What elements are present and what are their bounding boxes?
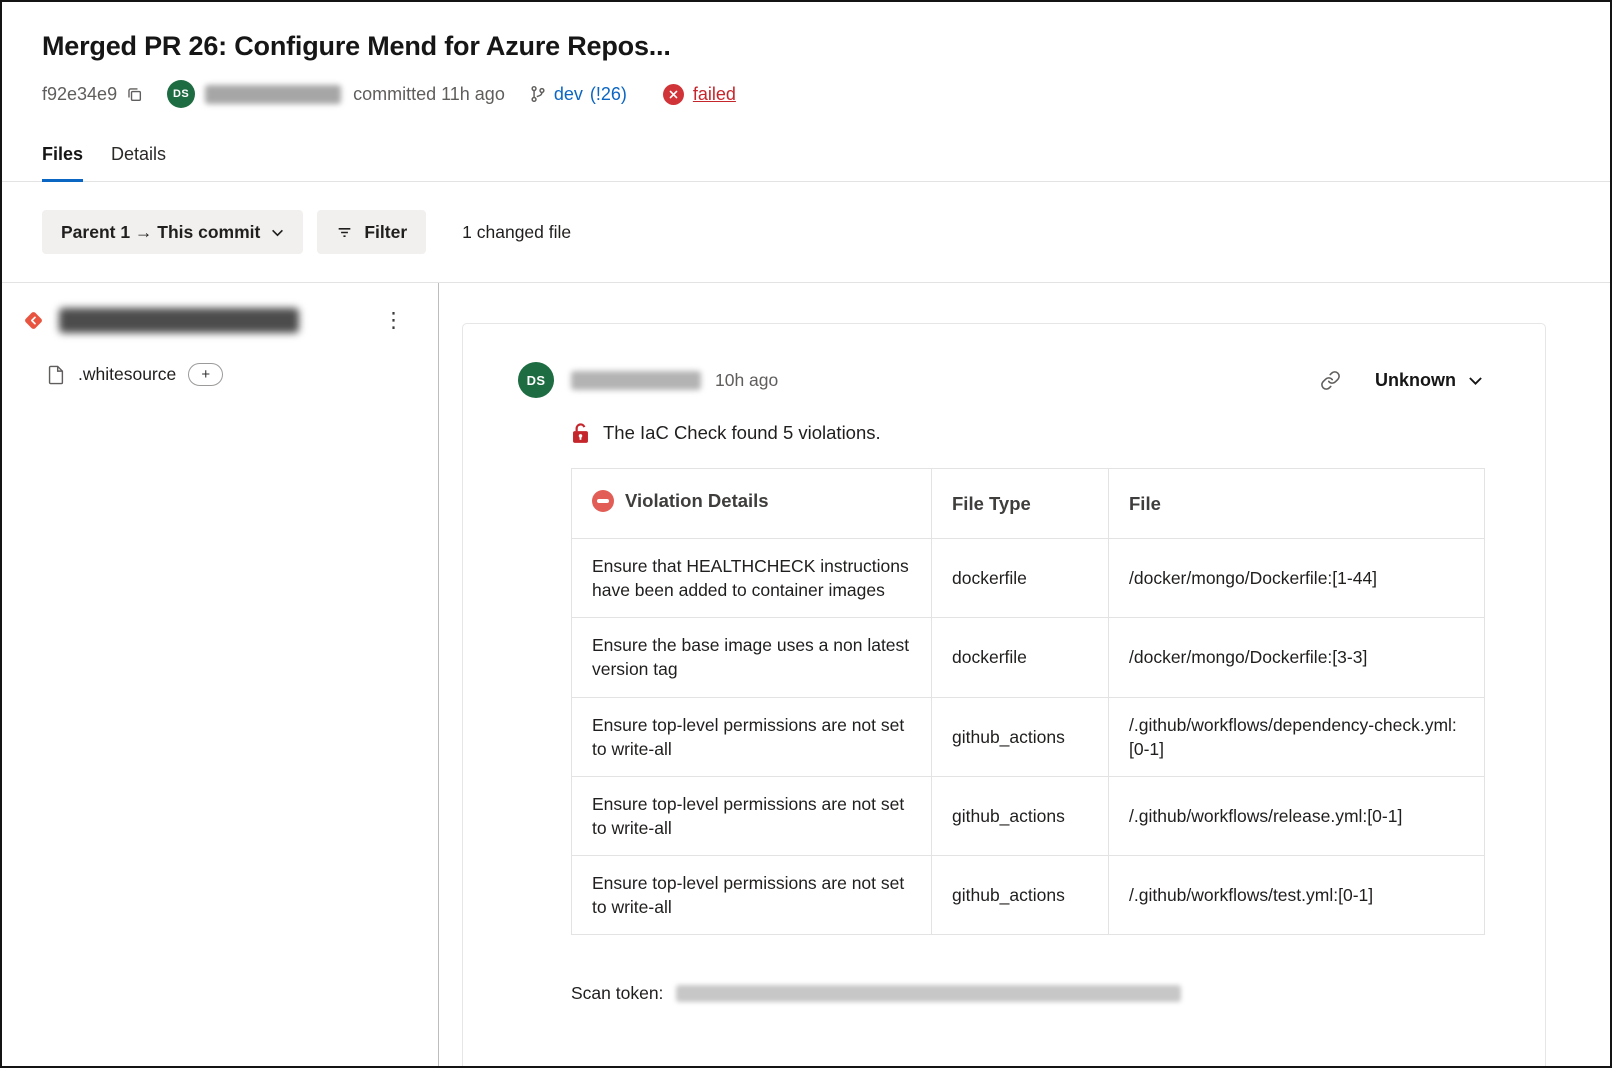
violation-cell: Ensure the base image uses a non latest … xyxy=(572,618,932,697)
violation-cell: Ensure top-level permissions are not set… xyxy=(572,776,932,855)
commit-page: Merged PR 26: Configure Mend for Azure R… xyxy=(0,0,1612,1068)
column-header-label: Violation Details xyxy=(625,490,769,512)
comment-body: The IaC Check found 5 violations. Violat… xyxy=(571,422,1483,1004)
file-type-cell: github_actions xyxy=(932,776,1109,855)
file-icon xyxy=(48,365,65,385)
compare-dropdown[interactable]: Parent 1 → This commit xyxy=(42,210,303,254)
link-icon[interactable] xyxy=(1320,370,1341,391)
commit-hash: f92e34e9 xyxy=(42,84,117,105)
table-row: Ensure top-level permissions are not set… xyxy=(572,776,1485,855)
header: Merged PR 26: Configure Mend for Azure R… xyxy=(2,2,1610,182)
added-badge: + xyxy=(188,363,223,386)
repo-name-redacted xyxy=(59,308,299,333)
copy-icon[interactable] xyxy=(126,86,143,103)
violation-cell: Ensure that HEALTHCHECK instructions hav… xyxy=(572,539,932,618)
tab-files[interactable]: Files xyxy=(42,142,83,182)
table-row: Ensure the base image uses a non latest … xyxy=(572,618,1485,697)
file-tree: ⋮ .whitesource + xyxy=(2,283,439,1066)
comment-author-redacted xyxy=(571,371,701,390)
violation-cell: Ensure top-level permissions are not set… xyxy=(572,697,932,776)
repo-root-item[interactable]: ⋮ xyxy=(2,299,438,341)
file-cell: /docker/mongo/Dockerfile:[3-3] xyxy=(1109,618,1485,697)
author-name-redacted xyxy=(205,85,341,104)
column-header-violation: Violation Details xyxy=(572,469,932,539)
compare-label: Parent 1 → This commit xyxy=(61,222,260,243)
filter-label: Filter xyxy=(364,222,407,243)
diff-toolbar: Parent 1 → This commit Filter 1 changed … xyxy=(2,182,1610,283)
comment-status-dropdown[interactable]: Unknown xyxy=(1375,370,1483,391)
chevron-down-icon xyxy=(271,226,284,239)
file-type-cell: github_actions xyxy=(932,856,1109,935)
page-title: Merged PR 26: Configure Mend for Azure R… xyxy=(42,28,1570,64)
diff-pane: DS 10h ago Unknown xyxy=(439,283,1610,1066)
column-header-file: File xyxy=(1109,469,1485,539)
violations-table: Violation Details File Type File Ensure … xyxy=(571,468,1485,935)
file-cell: /.github/workflows/test.yml:[0-1] xyxy=(1109,856,1485,935)
file-type-cell: github_actions xyxy=(932,697,1109,776)
blocked-icon xyxy=(592,490,614,512)
changed-files-count: 1 changed file xyxy=(462,222,571,243)
more-options-button[interactable]: ⋮ xyxy=(377,308,410,333)
build-status: failed xyxy=(663,84,736,105)
scan-token-row: Scan token: xyxy=(571,983,1483,1004)
commit-meta: f92e34e9 DS committed 11h ago dev (!26 xyxy=(42,80,1570,108)
filter-button[interactable]: Filter xyxy=(317,210,426,254)
branch-group: dev (!26) xyxy=(529,84,627,105)
file-tree-item[interactable]: .whitesource + xyxy=(48,363,438,386)
file-cell: /.github/workflows/release.yml:[0-1] xyxy=(1109,776,1485,855)
comment-timestamp: 10h ago xyxy=(715,370,778,391)
scan-token-redacted xyxy=(676,985,1181,1002)
avatar[interactable]: DS xyxy=(167,80,195,108)
comment-card: DS 10h ago Unknown xyxy=(462,323,1546,1066)
pr-link[interactable]: (!26) xyxy=(590,84,627,105)
branch-icon xyxy=(529,85,547,103)
content-area: ⋮ .whitesource + DS 10h ago xyxy=(2,283,1610,1066)
scan-token-label: Scan token: xyxy=(571,983,663,1004)
file-type-cell: dockerfile xyxy=(932,539,1109,618)
failed-icon xyxy=(663,84,684,105)
table-row: Ensure top-level permissions are not set… xyxy=(572,856,1485,935)
filter-icon xyxy=(336,224,353,241)
file-name: .whitesource xyxy=(78,364,176,385)
branch-link[interactable]: dev xyxy=(554,84,583,105)
security-lock-icon xyxy=(571,423,590,444)
comment-message: The IaC Check found 5 violations. xyxy=(603,422,881,444)
table-header-row: Violation Details File Type File xyxy=(572,469,1485,539)
tab-details[interactable]: Details xyxy=(111,142,166,181)
commit-time: committed 11h ago xyxy=(353,84,505,105)
comment-header: DS 10h ago Unknown xyxy=(518,362,1483,398)
file-cell: /docker/mongo/Dockerfile:[1-44] xyxy=(1109,539,1485,618)
column-header-file-type: File Type xyxy=(932,469,1109,539)
build-status-link[interactable]: failed xyxy=(693,84,736,105)
avatar[interactable]: DS xyxy=(518,362,554,398)
table-row: Ensure top-level permissions are not set… xyxy=(572,697,1485,776)
repo-icon xyxy=(22,309,45,332)
file-cell: /.github/workflows/dependency-check.yml:… xyxy=(1109,697,1485,776)
message-row: The IaC Check found 5 violations. xyxy=(571,422,1483,444)
chevron-down-icon xyxy=(1468,373,1483,388)
table-row: Ensure that HEALTHCHECK instructions hav… xyxy=(572,539,1485,618)
violation-cell: Ensure top-level permissions are not set… xyxy=(572,856,932,935)
file-type-cell: dockerfile xyxy=(932,618,1109,697)
comment-status-label: Unknown xyxy=(1375,370,1456,391)
tab-bar: Files Details xyxy=(42,142,1570,181)
